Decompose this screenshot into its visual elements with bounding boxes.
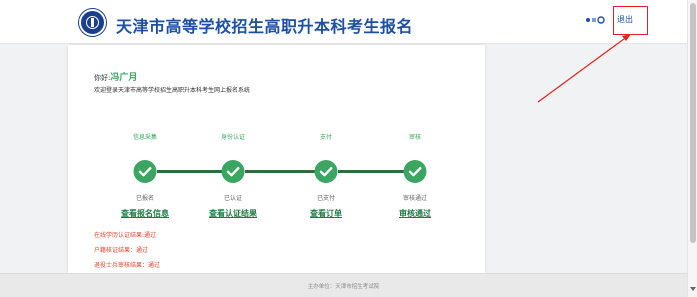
- logout-link[interactable]: 退出: [617, 14, 633, 25]
- step-title-payment: 支付: [319, 134, 333, 141]
- step-status-identity: 已认证: [223, 195, 243, 202]
- education-verification-result: 在线学历认证结果:通过: [94, 232, 157, 239]
- greeting: 你好:冯广月: [94, 70, 137, 83]
- user-name: 冯广月: [110, 73, 138, 83]
- household-verification-result: 户籍核证结果：通过: [94, 247, 149, 254]
- view-registration-info-link[interactable]: 查看报名信息: [121, 208, 169, 219]
- status-card: 你好:冯广月 欢迎登录天津市高等学校招生高职升本科考生网上报名系统 信息采集 身…: [68, 45, 485, 273]
- footer-text: 主办单位：天津市招生考试院: [307, 284, 380, 290]
- step-status-review: 审核通过: [402, 195, 428, 202]
- scrollbar-thumb[interactable]: [690, 3, 696, 243]
- check-circle-icon: [133, 160, 157, 183]
- top-header: 天津市高等学校招生高职升本科考生报名 退出: [0, 0, 687, 44]
- review-passed-link[interactable]: 审核通过: [399, 208, 431, 219]
- settings-icon[interactable]: [584, 15, 606, 25]
- site-title: 天津市高等学校招生高职升本科考生报名: [116, 17, 414, 36]
- step-title-info: 信息采集: [132, 134, 158, 141]
- step-title-identity: 身份认证: [220, 134, 246, 141]
- check-circle-icon: [221, 160, 245, 183]
- step-status-info: 已报名: [135, 195, 155, 202]
- check-circle-icon: [403, 160, 427, 183]
- check-circle-icon: [314, 160, 338, 183]
- logo-icon: [79, 9, 106, 36]
- welcome-text: 欢迎登录天津市高等学校招生高职升本科考生网上报名系统: [94, 87, 251, 94]
- greeting-prefix: 你好:: [94, 74, 111, 82]
- step-title-review: 审核: [408, 134, 422, 141]
- footer: 主办单位：天津市招生考试院: [0, 273, 687, 297]
- view-order-link[interactable]: 查看订单: [310, 208, 342, 219]
- step-status-payment: 已支付: [316, 195, 336, 202]
- view-auth-result-link[interactable]: 查看认证结果: [209, 208, 257, 219]
- vertical-scrollbar[interactable]: [687, 0, 697, 297]
- scroll-down-icon[interactable]: [690, 287, 696, 291]
- veteran-review-result: 退役士兵审核结果：通过: [94, 262, 161, 269]
